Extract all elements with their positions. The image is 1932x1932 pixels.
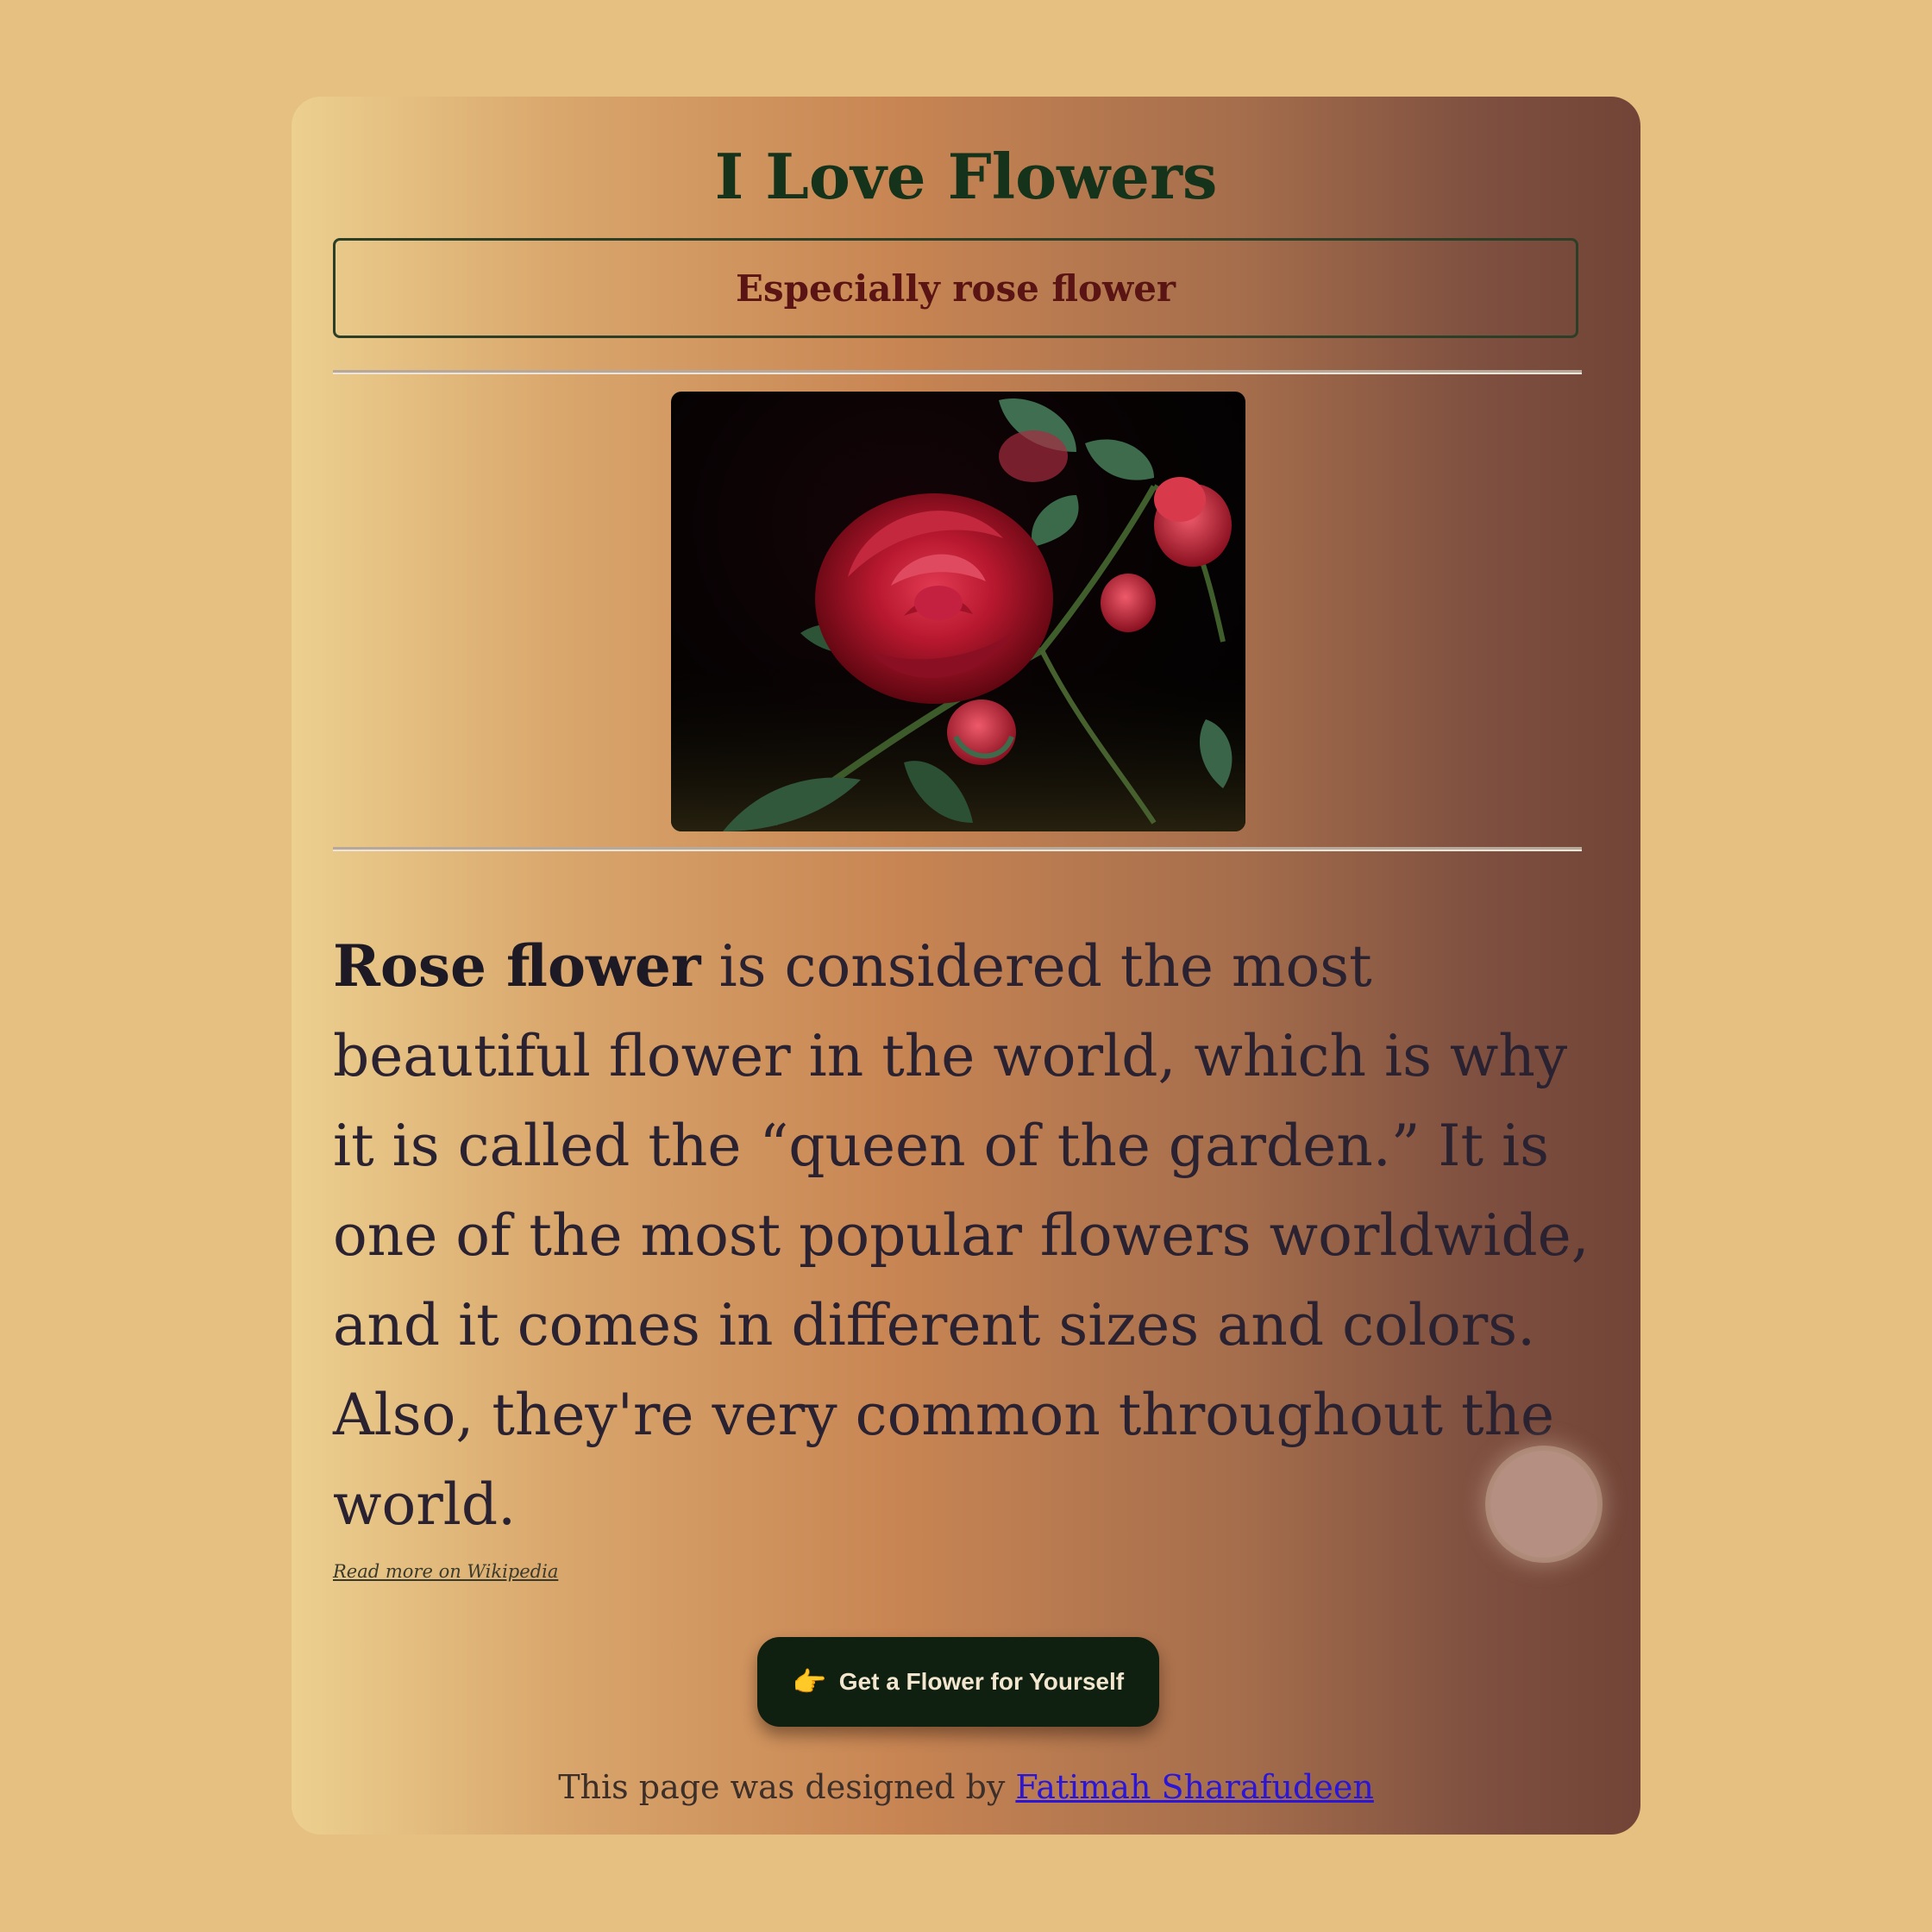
rose-description-text: is considered the most beautiful flower … bbox=[333, 933, 1590, 1538]
content-card: I Love Flowers Especially rose flower Ro… bbox=[292, 97, 1640, 1835]
page-title: I Love Flowers bbox=[714, 140, 1218, 213]
pointing-hand-icon: 👉 bbox=[792, 1665, 827, 1698]
rose-image bbox=[671, 392, 1245, 831]
rose-description: Rose flower is considered the most beaut… bbox=[333, 921, 1601, 1550]
floating-cursor-circle bbox=[1490, 1451, 1597, 1558]
get-flower-button[interactable]: 👉 Get a Flower for Yourself bbox=[757, 1637, 1159, 1727]
author-link[interactable]: Fatimah Sharafudeen bbox=[1015, 1768, 1373, 1806]
footer: This page was designed by Fatimah Sharaf… bbox=[292, 1768, 1640, 1806]
subtitle-box: Especially rose flower bbox=[333, 238, 1578, 338]
wikipedia-link[interactable]: Read more on Wikipedia bbox=[333, 1561, 558, 1582]
divider-bottom bbox=[333, 847, 1582, 851]
get-flower-button-label: Get a Flower for Yourself bbox=[838, 1668, 1125, 1695]
footer-text: This page was designed by bbox=[558, 1768, 1016, 1806]
rose-flower-bold: Rose flower bbox=[333, 932, 701, 1000]
page-subtitle: Especially rose flower bbox=[735, 267, 1176, 310]
divider-top bbox=[333, 370, 1582, 374]
